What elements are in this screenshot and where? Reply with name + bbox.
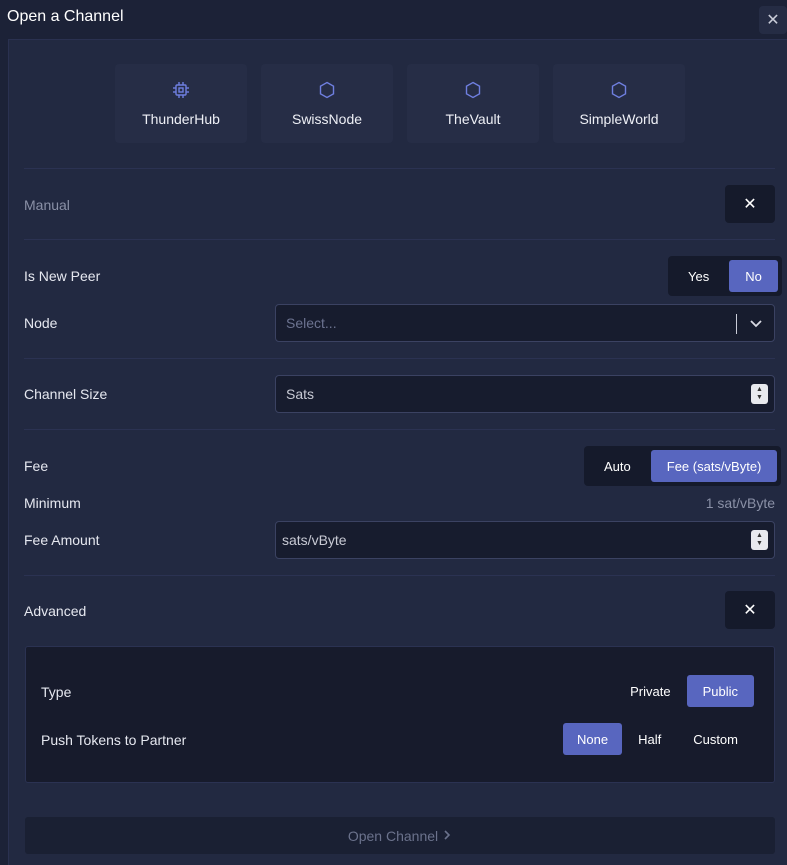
push-tokens-toggle: None Half Custom — [563, 723, 754, 755]
new-peer-yes[interactable]: Yes — [672, 260, 725, 292]
hexagon-icon — [318, 81, 336, 99]
preset-label: TheVault — [445, 110, 501, 127]
push-half[interactable]: Half — [622, 723, 677, 755]
manual-label: Manual — [24, 197, 70, 213]
close-dialog-button[interactable]: ✕ — [759, 6, 787, 34]
divider — [24, 168, 775, 169]
fee-manual[interactable]: Fee (sats/vByte) — [650, 450, 778, 482]
preset-thevault[interactable]: TheVault — [407, 64, 539, 143]
chevron-down-icon[interactable] — [748, 315, 764, 331]
fee-amount-input[interactable] — [282, 532, 722, 548]
preset-thunderhub[interactable]: ThunderHub — [115, 64, 247, 143]
fee-label: Fee — [24, 458, 49, 474]
advanced-label: Advanced — [24, 603, 87, 619]
fee-amount-label: Fee Amount — [24, 532, 100, 548]
push-none[interactable]: None — [563, 723, 623, 755]
hexagon-icon — [610, 81, 628, 99]
divider — [24, 575, 775, 576]
hexagon-icon — [464, 81, 482, 99]
minimum-value: 1 sat/vByte — [705, 495, 775, 511]
chevron-right-icon — [442, 828, 452, 844]
new-peer-toggle: Yes No — [668, 256, 782, 296]
fee-amount-field[interactable]: ▲▼ — [275, 521, 775, 559]
divider — [24, 429, 775, 430]
preset-label: SwissNode — [291, 110, 363, 127]
divider — [24, 358, 775, 359]
preset-label: SimpleWorld — [579, 110, 659, 127]
type-public[interactable]: Public — [686, 675, 754, 707]
channel-size-field[interactable]: ▲▼ — [275, 375, 775, 413]
number-stepper[interactable]: ▲ ▼ — [751, 384, 768, 404]
select-separator — [736, 314, 737, 334]
type-private[interactable]: Private — [614, 675, 686, 707]
node-select[interactable]: Select... — [275, 304, 775, 342]
new-peer-label: Is New Peer — [24, 268, 101, 284]
preset-label: ThunderHub — [142, 110, 220, 127]
node-label: Node — [24, 315, 58, 331]
new-peer-no[interactable]: No — [729, 260, 778, 292]
channel-size-label: Channel Size — [24, 386, 108, 402]
preset-swissnode[interactable]: SwissNode — [261, 64, 393, 143]
advanced-options-box: Type Private Public Push Tokens to Partn… — [25, 646, 775, 783]
preset-nodes: ThunderHub SwissNode TheVault SimpleWorl… — [115, 64, 685, 143]
fee-auto[interactable]: Auto — [588, 450, 647, 482]
open-channel-button[interactable]: Open Channel — [25, 817, 775, 854]
advanced-close-button[interactable]: ✕ — [725, 591, 775, 629]
cpu-icon — [172, 81, 190, 99]
close-icon: ✕ — [766, 12, 780, 29]
push-tokens-label: Push Tokens to Partner — [41, 732, 187, 748]
fee-toggle: Auto Fee (sats/vByte) — [584, 446, 782, 486]
type-toggle: Private Public — [614, 675, 754, 707]
manual-close-button[interactable]: ✕ — [725, 185, 775, 223]
type-label: Type — [41, 684, 72, 700]
number-stepper[interactable]: ▲ ▼ — [751, 530, 768, 550]
preset-simpleworld[interactable]: SimpleWorld — [553, 64, 685, 143]
divider — [24, 239, 775, 240]
dialog-title: Open a Channel — [7, 8, 124, 25]
close-icon: ✕ — [743, 602, 757, 619]
close-icon: ✕ — [743, 196, 757, 213]
channel-size-input[interactable] — [286, 386, 726, 402]
node-select-placeholder: Select... — [286, 315, 337, 331]
minimum-label: Minimum — [24, 495, 81, 511]
push-custom[interactable]: Custom — [677, 723, 754, 755]
open-channel-label: Open Channel — [347, 827, 439, 844]
